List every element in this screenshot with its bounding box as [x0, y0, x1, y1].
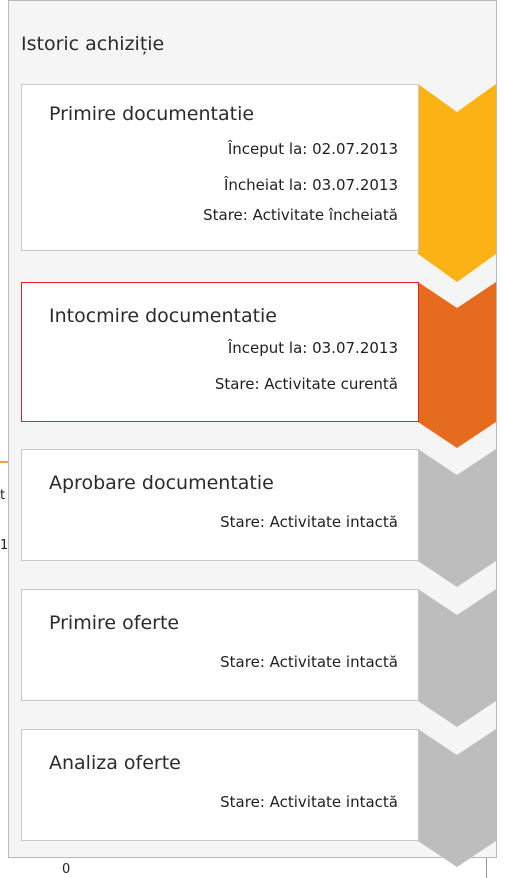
chevron-shape	[418, 282, 496, 448]
step-title: Primire oferte	[49, 612, 180, 634]
step-card-analiza-oferte[interactable]: Analiza oferte Stare: Activitate intactă	[21, 729, 419, 841]
panel-title: Istoric achiziție	[21, 33, 165, 55]
step-5-chevron-icon	[418, 729, 496, 867]
step-status: Stare: Activitate intactă	[220, 793, 398, 811]
chevron-shape	[418, 84, 496, 282]
acquisition-history-panel: Istoric achiziție Primire documentatie Î…	[8, 0, 497, 867]
step-title: Aprobare documentatie	[49, 472, 274, 494]
step-card-primire-oferte[interactable]: Primire oferte Stare: Activitate intactă	[21, 589, 419, 701]
step-2-chevron-icon	[418, 282, 496, 448]
step-4-chevron-icon	[418, 589, 496, 727]
background-text-fragment: 0	[62, 862, 71, 877]
background-text-fragment: t	[0, 488, 6, 503]
chevron-shape	[418, 449, 496, 587]
step-title: Primire documentatie	[49, 103, 255, 125]
step-status: Stare: Activitate curentă	[214, 375, 398, 393]
step-card-intocmire-documentatie[interactable]: Intocmire documentatie Început la: 03.07…	[21, 282, 419, 422]
step-status: Stare: Activitate intactă	[220, 653, 398, 671]
chevron-shape	[418, 729, 496, 867]
step-start-date: Început la: 02.07.2013	[227, 140, 398, 158]
step-1-chevron-icon	[418, 84, 496, 282]
step-card-primire-documentatie[interactable]: Primire documentatie Început la: 02.07.2…	[21, 84, 419, 251]
step-title: Intocmire documentatie	[49, 305, 277, 327]
step-status: Stare: Activitate încheiată	[203, 206, 398, 224]
step-start-date: Început la: 03.07.2013	[227, 339, 398, 357]
step-card-aprobare-documentatie[interactable]: Aprobare documentatie Stare: Activitate …	[21, 449, 419, 561]
step-title: Analiza oferte	[49, 752, 181, 774]
step-status: Stare: Activitate intactă	[220, 513, 398, 531]
step-3-chevron-icon	[418, 449, 496, 587]
step-end-date: Încheiat la: 03.07.2013	[224, 176, 398, 194]
chevron-shape	[418, 589, 496, 727]
